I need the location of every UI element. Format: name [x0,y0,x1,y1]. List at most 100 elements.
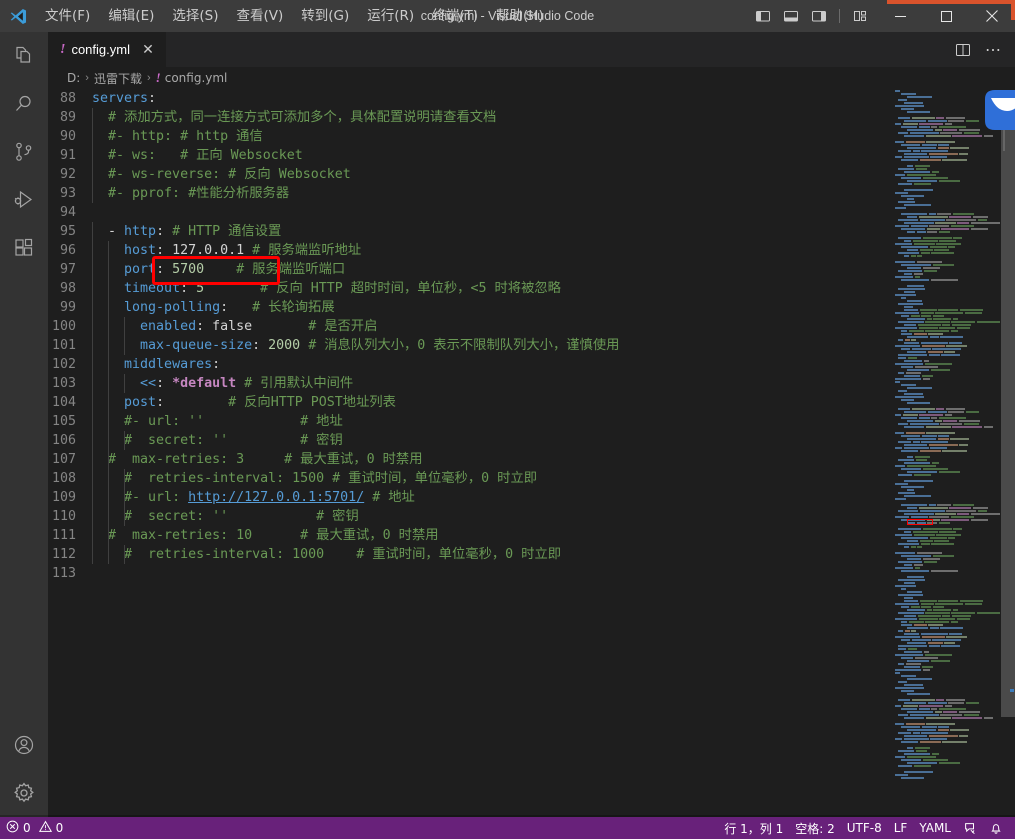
activity-extensions[interactable] [0,224,48,272]
status-errors[interactable]: 0 0 [0,817,69,839]
code-line[interactable]: 112 # retries-interval: 1000 # 重试时间，单位毫秒… [48,545,1015,564]
code-line[interactable]: 104 post: # 反向HTTP POST地址列表 [48,393,1015,412]
code-text[interactable]: middlewares: [92,355,220,374]
minimap-token [895,344,920,347]
scrollbar-thumb[interactable] [1001,117,1015,717]
code-text[interactable]: long-polling: # 长轮询拓展 [92,298,335,317]
toggle-secondary-sidebar-icon[interactable] [806,3,832,29]
code-editor[interactable]: 88 servers: 89 # 添加方式，同一连接方式可添加多个，具体配置说明请查… [48,89,1015,817]
activity-search[interactable] [0,80,48,128]
code-line[interactable]: 90 #- http: # http 通信 [48,127,1015,146]
toggle-panel-icon[interactable] [778,3,804,29]
menu-file[interactable]: 文件(F) [36,0,99,32]
more-actions-icon[interactable]: ⋯ [979,36,1007,64]
code-line[interactable]: 102 middlewares: [48,355,1015,374]
code-line[interactable]: 98 timeout: 5 # 反向 HTTP 超时时间，单位秒，<5 时将被忽… [48,279,1015,298]
code-text[interactable]: host: 127.0.0.1 # 服务端监听地址 [92,241,361,260]
code-line[interactable]: 105 #- url: '' # 地址 [48,412,1015,431]
minimap-token [921,665,933,668]
status-indentation[interactable]: 空格: 2 [789,817,841,839]
code-text[interactable]: enabled: false # 是否开启 [92,317,377,336]
code-line[interactable]: 110 # secret: '' # 密钥 [48,507,1015,526]
tab-config-yml[interactable]: ! config.yml ✕ [48,32,167,67]
menu-help[interactable]: 帮助(H) [487,0,553,32]
code-line[interactable]: 91 #- ws: # 正向 Websocket [48,146,1015,165]
activity-settings[interactable] [0,769,48,817]
minimap-token [941,353,960,356]
activity-explorer[interactable] [0,32,48,80]
menu-terminal[interactable]: 终端(T) [423,0,487,32]
code-text[interactable]: servers: [92,89,156,108]
code-text[interactable]: #- ws: # 正向 Websocket [92,146,303,165]
code-text[interactable]: # max-retries: 10 # 最大重试，0 时禁用 [92,526,439,545]
editor-vertical-scrollbar[interactable] [1001,89,1015,817]
code-text[interactable]: post: # 反向HTTP POST地址列表 [92,393,396,412]
token-link[interactable]: http://127.0.0.1:5701/ [188,490,364,505]
code-line[interactable]: 100 enabled: false # 是否开启 [48,317,1015,336]
code-text[interactable]: # secret: '' # 密钥 [92,507,359,526]
code-text[interactable]: #- http: # http 通信 [92,127,263,146]
minimap-token [970,518,988,521]
code-line[interactable]: 109 #- url: http://127.0.0.1:5701/ # 地址 [48,488,1015,507]
menu-run[interactable]: 运行(R) [358,0,423,32]
tab-close-icon[interactable]: ✕ [140,41,156,58]
code-text[interactable]: # retries-interval: 1000 # 重试时间，单位毫秒，0 时… [92,545,561,564]
code-line[interactable]: 99 long-polling: # 长轮询拓展 [48,298,1015,317]
menu-view[interactable]: 查看(V) [228,0,293,32]
code-text[interactable]: <<: *default # 引用默认中间件 [92,374,353,393]
toggle-primary-sidebar-icon[interactable] [750,3,776,29]
code-text[interactable]: timeout: 5 # 反向 HTTP 超时时间，单位秒，<5 时将被忽略 [92,279,561,298]
menu-edit[interactable]: 编辑(E) [99,0,163,32]
code-text[interactable]: # secret: '' # 密钥 [92,431,343,450]
activity-source-control[interactable] [0,128,48,176]
code-text[interactable]: max-queue-size: 2000 # 消息队列大小，0 表示不限制队列大… [92,336,619,355]
code-text[interactable]: - http: # HTTP 通信设置 [92,222,281,241]
status-notifications-icon[interactable] [983,817,1009,839]
code-text[interactable]: #- pprof: #性能分析服务器 [92,184,289,203]
status-eol[interactable]: LF [888,817,914,839]
code-text[interactable]: #- url: http://127.0.0.1:5701/ # 地址 [92,488,415,507]
code-line[interactable]: 88 servers: [48,89,1015,108]
menu-selection[interactable]: 选择(S) [163,0,227,32]
code-text[interactable]: port: 5700 # 服务端监听端口 [92,260,345,279]
code-line[interactable]: 95 - http: # HTTP 通信设置 [48,222,1015,241]
code-line[interactable]: 96 host: 127.0.0.1 # 服务端监听地址 [48,241,1015,260]
activity-accounts[interactable] [0,721,48,769]
menu-bar[interactable]: 文件(F) 编辑(E) 选择(S) 查看(V) 转到(G) 运行(R) 终端(T… [36,0,553,32]
menu-go[interactable]: 转到(G) [292,0,358,32]
code-line[interactable]: 101 max-queue-size: 2000 # 消息队列大小，0 表示不限… [48,336,1015,355]
code-line[interactable]: 106 # secret: '' # 密钥 [48,431,1015,450]
customize-layout-icon[interactable] [847,3,873,29]
breadcrumb-file[interactable]: config.yml [165,71,228,85]
window-minimize-button[interactable] [877,0,923,32]
status-cursor-position[interactable]: 行 1，列 1 [718,817,789,839]
minimap-token [933,317,951,320]
code-lines[interactable]: 88 servers: 89 # 添加方式，同一连接方式可添加多个，具体配置说明请查… [48,89,1015,817]
status-feedback-icon[interactable] [957,817,983,839]
code-line[interactable]: 103 <<: *default # 引用默认中间件 [48,374,1015,393]
minimap[interactable] [891,89,1001,817]
code-line[interactable]: 111 # max-retries: 10 # 最大重试，0 时禁用 [48,526,1015,545]
code-line[interactable]: 113 [48,564,1015,583]
split-editor-right-icon[interactable] [949,36,977,64]
layout-controls[interactable] [750,3,873,29]
status-language-mode[interactable]: YAML [913,817,957,839]
breadcrumb-drive[interactable]: D: [67,71,80,85]
activity-run-debug[interactable] [0,176,48,224]
code-line[interactable]: 93 #- pprof: #性能分析服务器 [48,184,1015,203]
code-line[interactable]: 89 # 添加方式，同一连接方式可添加多个，具体配置说明请查看文档 [48,108,1015,127]
code-line[interactable]: 94 [48,203,1015,222]
code-text[interactable]: #- ws-reverse: # 反向 Websocket [92,165,351,184]
code-line[interactable]: 107 # max-retries: 3 # 最大重试，0 时禁用 [48,450,1015,469]
code-text[interactable]: # 添加方式，同一连接方式可添加多个，具体配置说明请查看文档 [92,108,496,127]
code-text[interactable]: #- url: '' # 地址 [92,412,343,431]
window-close-button[interactable] [969,0,1015,32]
code-line[interactable]: 92 #- ws-reverse: # 反向 Websocket [48,165,1015,184]
window-maximize-button[interactable] [923,0,969,32]
code-line[interactable]: 108 # retries-interval: 1500 # 重试时间，单位毫秒… [48,469,1015,488]
code-line[interactable]: 97 port: 5700 # 服务端监听端口 [48,260,1015,279]
code-text[interactable]: # max-retries: 3 # 最大重试，0 时禁用 [92,450,423,469]
status-encoding[interactable]: UTF-8 [841,817,888,839]
breadcrumb-folder[interactable]: 迅雷下载 [94,70,142,87]
code-text[interactable]: # retries-interval: 1500 # 重试时间，单位毫秒，0 时… [92,469,537,488]
